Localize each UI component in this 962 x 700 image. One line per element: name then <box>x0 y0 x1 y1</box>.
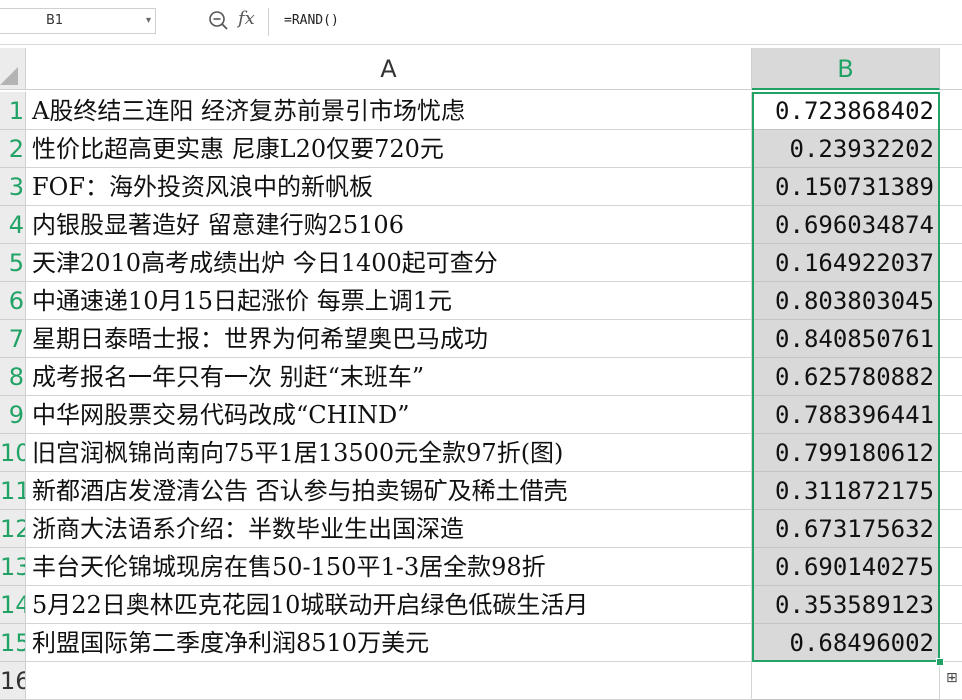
quick-analysis-icon[interactable]: ⊞ <box>946 670 962 690</box>
cell-a[interactable]: A股终结三连阳 经济复苏前景引市场忧虑 <box>26 92 752 130</box>
formula-bar: B1 ▾ fx =RAND() <box>0 0 962 45</box>
cell-c[interactable] <box>940 130 962 168</box>
name-box-value: B1 <box>46 13 64 28</box>
cell-a[interactable] <box>26 662 752 700</box>
cell-a[interactable]: 中通速递10月15日起涨价 每票上调1元 <box>26 282 752 320</box>
cell-a[interactable]: 内银股显著造好 留意建行购25106 <box>26 206 752 244</box>
table-row: 5 天津2010高考成绩出炉 今日1400起可查分 0.164922037 <box>0 244 962 282</box>
table-row: 8 成考报名一年只有一次 别赶“末班车” 0.625780882 <box>0 358 962 396</box>
table-row: 6 中通速递10月15日起涨价 每票上调1元 0.803803045 <box>0 282 962 320</box>
row-header[interactable]: 2 <box>0 130 26 168</box>
row-header[interactable]: 4 <box>0 206 26 244</box>
name-box[interactable]: B1 ▾ <box>0 8 156 34</box>
row-header[interactable]: 11 <box>0 472 26 510</box>
cell-a[interactable]: 星期日泰晤士报：世界为何希望奥巴马成功 <box>26 320 752 358</box>
cell-b[interactable]: 0.150731389 <box>752 168 940 206</box>
formula-input[interactable]: =RAND() <box>284 8 339 34</box>
cell-c[interactable] <box>940 206 962 244</box>
table-row: 15利盟国际第二季度净利润8510万美元0.68496002 <box>0 624 962 662</box>
cell-c[interactable] <box>940 586 962 624</box>
cell-b[interactable]: 0.788396441 <box>752 396 940 434</box>
cell-c[interactable] <box>940 510 962 548</box>
cell-b[interactable]: 0.625780882 <box>752 358 940 396</box>
row-header[interactable]: 14 <box>0 586 26 624</box>
cell-c[interactable] <box>940 282 962 320</box>
cell-c[interactable] <box>940 434 962 472</box>
row-header[interactable]: 3 <box>0 168 26 206</box>
row-header[interactable]: 7 <box>0 320 26 358</box>
select-all-icon <box>0 67 18 85</box>
cell-b[interactable]: 0.164922037 <box>752 244 940 282</box>
table-row: 16 <box>0 662 962 700</box>
cell-b[interactable]: 0.23932202 <box>752 130 940 168</box>
cell-c[interactable] <box>940 358 962 396</box>
cell-b[interactable]: 0.311872175 <box>752 472 940 510</box>
row-header[interactable]: 8 <box>0 358 26 396</box>
function-icon[interactable]: fx <box>238 8 255 29</box>
cell-b[interactable]: 0.353589123 <box>752 586 940 624</box>
table-row: 3 FOF：海外投资风浪中的新帆板 0.150731389 <box>0 168 962 206</box>
cell-b[interactable]: 0.803803045 <box>752 282 940 320</box>
cell-c[interactable] <box>940 624 962 662</box>
column-header-c[interactable] <box>940 48 962 90</box>
cell-a[interactable]: 天津2010高考成绩出炉 今日1400起可查分 <box>26 244 752 282</box>
table-row: 13丰台天伦锦城现房在售50-150平1-3居全款98折0.690140275 <box>0 548 962 586</box>
cell-a[interactable]: FOF：海外投资风浪中的新帆板 <box>26 168 752 206</box>
cell-b[interactable]: 0.840850761 <box>752 320 940 358</box>
cell-a[interactable]: 性价比超高更实惠 尼康L20仅要720元 <box>26 130 752 168</box>
chevron-down-icon[interactable]: ▾ <box>146 9 151 33</box>
fill-handle[interactable] <box>936 658 944 666</box>
row-header[interactable]: 9 <box>0 396 26 434</box>
cell-a[interactable]: 浙商大法语系介绍：半数毕业生出国深造 <box>26 510 752 548</box>
cell-a[interactable]: 丰台天伦锦城现房在售50-150平1-3居全款98折 <box>26 548 752 586</box>
cell-c[interactable] <box>940 244 962 282</box>
table-row: 10旧宫润枫锦尚南向75平1居13500元全款97折(图)0.799180612 <box>0 434 962 472</box>
formula-separator <box>268 8 269 36</box>
cell-c[interactable] <box>940 548 962 586</box>
cell-c[interactable] <box>940 472 962 510</box>
row-header[interactable]: 16 <box>0 662 26 700</box>
cell-b[interactable]: 0.690140275 <box>752 548 940 586</box>
table-row: 4 内银股显著造好 留意建行购25106 0.696034874 <box>0 206 962 244</box>
cell-a[interactable]: 旧宫润枫锦尚南向75平1居13500元全款97折(图) <box>26 434 752 472</box>
column-header-a[interactable]: A <box>26 48 752 90</box>
cell-c[interactable] <box>940 168 962 206</box>
cell-b[interactable] <box>752 662 940 700</box>
cell-c[interactable] <box>940 92 962 130</box>
cell-b[interactable]: 0.68496002 <box>752 624 940 662</box>
row-header[interactable]: 15 <box>0 624 26 662</box>
spreadsheet-grid: A B 1 A股终结三连阳 经济复苏前景引市场忧虑 0.723868402 2 性价比超… <box>0 48 962 700</box>
cell-a[interactable]: 成考报名一年只有一次 别赶“末班车” <box>26 358 752 396</box>
cell-b[interactable]: 0.799180612 <box>752 434 940 472</box>
zoom-icon[interactable] <box>208 10 230 32</box>
row-header[interactable]: 1 <box>0 92 26 130</box>
row-header[interactable]: 5 <box>0 244 26 282</box>
table-row: 9 中华网股票交易代码改成“CHIND” 0.788396441 <box>0 396 962 434</box>
cell-a[interactable]: 利盟国际第二季度净利润8510万美元 <box>26 624 752 662</box>
table-row: 1 A股终结三连阳 经济复苏前景引市场忧虑 0.723868402 <box>0 92 962 130</box>
cell-b[interactable]: 0.696034874 <box>752 206 940 244</box>
cell-c[interactable] <box>940 396 962 434</box>
cell-a[interactable]: 新都酒店发澄清公告 否认参与拍卖锡矿及稀土借壳 <box>26 472 752 510</box>
table-row: 145月22日奥林匹克花园10城联动开启绿色低碳生活月0.353589123 <box>0 586 962 624</box>
table-row: 12浙商大法语系介绍：半数毕业生出国深造0.673175632 <box>0 510 962 548</box>
cell-a[interactable]: 5月22日奥林匹克花园10城联动开启绿色低碳生活月 <box>26 586 752 624</box>
column-header-b[interactable]: B <box>752 48 940 90</box>
table-row: 11新都酒店发澄清公告 否认参与拍卖锡矿及稀土借壳0.311872175 <box>0 472 962 510</box>
row-header[interactable]: 13 <box>0 548 26 586</box>
cell-b[interactable]: 0.673175632 <box>752 510 940 548</box>
cell-c[interactable] <box>940 320 962 358</box>
table-row: 2 性价比超高更实惠 尼康L20仅要720元 0.23932202 <box>0 130 962 168</box>
row-header[interactable]: 6 <box>0 282 26 320</box>
row-header[interactable]: 12 <box>0 510 26 548</box>
cell-a[interactable]: 中华网股票交易代码改成“CHIND” <box>26 396 752 434</box>
row-header[interactable]: 10 <box>0 434 26 472</box>
table-row: 7 星期日泰晤士报：世界为何希望奥巴马成功 0.840850761 <box>0 320 962 358</box>
select-all-corner[interactable] <box>0 48 26 90</box>
cell-b[interactable]: 0.723868402 <box>752 92 940 130</box>
